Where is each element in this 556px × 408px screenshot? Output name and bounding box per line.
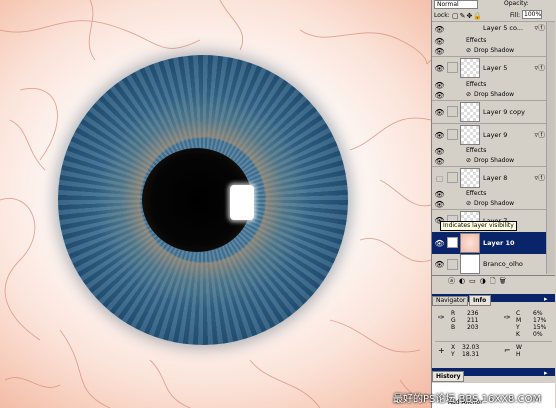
layer-effects-row[interactable]: 👁 Effects — [432, 189, 555, 199]
layer-row[interactable]: 👁 Layer 9 ▿ⓕ — [432, 124, 555, 146]
layer-effect-row[interactable]: 👁 ⊘ Drop Shadow — [432, 156, 555, 166]
y-value: 18.31 — [462, 351, 480, 358]
layer-effects-row[interactable]: 👁 Effects — [432, 146, 555, 156]
effect-icon: ⊘ — [466, 157, 472, 164]
eyedropper-icon: ✑ — [438, 313, 445, 322]
layers-toolbar[interactable]: ⓐ◐▭◑🗋🗑 — [432, 275, 555, 286]
effect-icon: ⊘ — [466, 200, 472, 207]
eye-icon[interactable]: 👁 — [434, 238, 445, 249]
lock-label: Lock: — [434, 12, 450, 19]
layer-name: Layer 9 copy — [483, 108, 525, 116]
tab-info[interactable]: Info — [469, 295, 491, 306]
eye-icon[interactable]: 👁 — [434, 130, 445, 141]
layer-row[interactable]: 👁 Layer 5 ▿ⓕ — [432, 57, 555, 79]
layer-thumbnail — [460, 254, 480, 274]
effects-label: Effects — [466, 37, 487, 44]
b-value: 203 — [467, 324, 479, 331]
link-box[interactable] — [447, 106, 458, 117]
effect-icon: ⊘ — [466, 91, 472, 98]
layer-name: Layer 10 — [483, 239, 515, 247]
fx-icon: ▿ⓕ — [534, 174, 545, 182]
effects-label: Effects — [466, 81, 487, 88]
eye-icon[interactable]: ▢ — [434, 173, 445, 184]
lock-icons[interactable]: ▢✎✥🔒 — [452, 12, 483, 20]
c-value: 6% — [533, 310, 543, 317]
k-value: 0% — [533, 331, 543, 338]
layer-row[interactable]: 👁 Branco_olho — [432, 254, 555, 274]
layer-thumbnail — [460, 102, 480, 122]
cmyk-values: 6% 17% 15% 0% — [533, 310, 546, 338]
fx-icon: ▿ⓕ — [534, 24, 545, 32]
drop-shadow-label: Drop Shadow — [474, 200, 515, 207]
layer-thumbnail — [460, 125, 480, 145]
layer-name: Branco_olho — [483, 260, 523, 268]
layer-name: Layer 5 — [483, 64, 508, 72]
g-value: 211 — [467, 317, 479, 324]
rgb-values: 236 211 203 — [467, 310, 478, 331]
watermark: 最好的PS论坛 BBS.16XX8.COM — [393, 394, 542, 405]
y-value: 15% — [533, 324, 547, 331]
layer-thumbnail — [460, 58, 480, 78]
drop-shadow-label: Drop Shadow — [474, 47, 515, 54]
crosshair-icon: + — [438, 346, 445, 355]
fx-icon: ▿ⓕ — [534, 64, 545, 72]
drop-shadow-label: Drop Shadow — [474, 91, 515, 98]
layers-panel: Normal Opacity: Lock: ▢✎✥🔒 Fill: 100% 👁 … — [431, 0, 556, 408]
drop-shadow-label: Drop Shadow — [474, 157, 515, 164]
link-box[interactable] — [447, 259, 458, 270]
layer-row-selected[interactable]: 👁 Layer 10 — [432, 232, 555, 254]
divider — [435, 341, 552, 342]
eye-icon[interactable]: 👁 — [434, 259, 445, 270]
panel-menu-icon[interactable]: ▸ — [544, 369, 548, 377]
x-value: 32.03 — [462, 344, 480, 351]
rgb-labels: RGB — [451, 310, 456, 331]
layer-thumbnail — [460, 168, 480, 188]
layer-effect-row[interactable]: 👁 ⊘ Drop Shadow — [432, 90, 555, 100]
opacity-label: Opacity: — [504, 0, 529, 7]
layer-effect-row[interactable]: 👁 ⊘ Drop Shadow — [432, 46, 555, 56]
xy-values: 32.03 18.31 — [462, 344, 479, 358]
selection-size-icon: ⌐ — [504, 346, 511, 355]
layers-scrollbar[interactable] — [546, 22, 555, 274]
effects-label: Effects — [466, 147, 487, 154]
effects-label: Effects — [466, 190, 487, 197]
tab-history[interactable]: History — [432, 371, 464, 382]
layer-name: Layer 9 — [483, 131, 508, 139]
link-box[interactable] — [447, 62, 458, 73]
layer-effects-row[interactable]: 👁 Effects — [432, 80, 555, 90]
fill-label: Fill: — [510, 12, 521, 19]
fx-icon: ▿ⓕ — [534, 131, 545, 139]
effect-icon: ⊘ — [466, 47, 472, 54]
eyedropper-icon: ✑ — [504, 313, 511, 322]
blend-mode-select[interactable]: Normal — [434, 0, 478, 9]
m-value: 17% — [533, 317, 547, 324]
xy-labels: XY — [451, 344, 456, 358]
layer-row[interactable]: ▢ Layer 8 ▿ⓕ — [432, 167, 555, 189]
eye-icon[interactable]: 👁 — [434, 63, 445, 74]
brush-icon[interactable] — [447, 237, 458, 248]
tooltip: Indicates layer visibility — [440, 221, 517, 231]
r-value: 236 — [467, 310, 479, 317]
link-box[interactable] — [447, 172, 458, 183]
cmyk-labels: CMYK — [516, 310, 522, 338]
layer-name: Layer 8 — [483, 174, 508, 182]
layer-effect-row[interactable]: 👁 ⊘ Drop Shadow — [432, 199, 555, 209]
pupil-highlight — [230, 185, 254, 220]
layer-thumbnail — [460, 233, 480, 253]
wh-labels: WH — [516, 344, 522, 358]
eye-icon[interactable]: 👁 — [434, 24, 445, 35]
eye-icon[interactable]: 👁 — [434, 107, 445, 118]
document-canvas[interactable] — [0, 0, 431, 408]
layer-row[interactable]: 👁 Layer 9 copy — [432, 101, 555, 123]
layer-row[interactable]: 👁 Layer 5 co... ▿ⓕ — [432, 22, 555, 36]
link-box[interactable] — [447, 129, 458, 140]
tab-navigator[interactable]: Navigator — [432, 296, 468, 306]
layer-name: Layer 5 co... — [483, 24, 524, 32]
fill-field[interactable]: 100% — [522, 10, 542, 19]
layer-effects-row[interactable]: 👁 Effects — [432, 36, 555, 46]
panel-menu-icon[interactable]: ▸ — [544, 295, 548, 303]
